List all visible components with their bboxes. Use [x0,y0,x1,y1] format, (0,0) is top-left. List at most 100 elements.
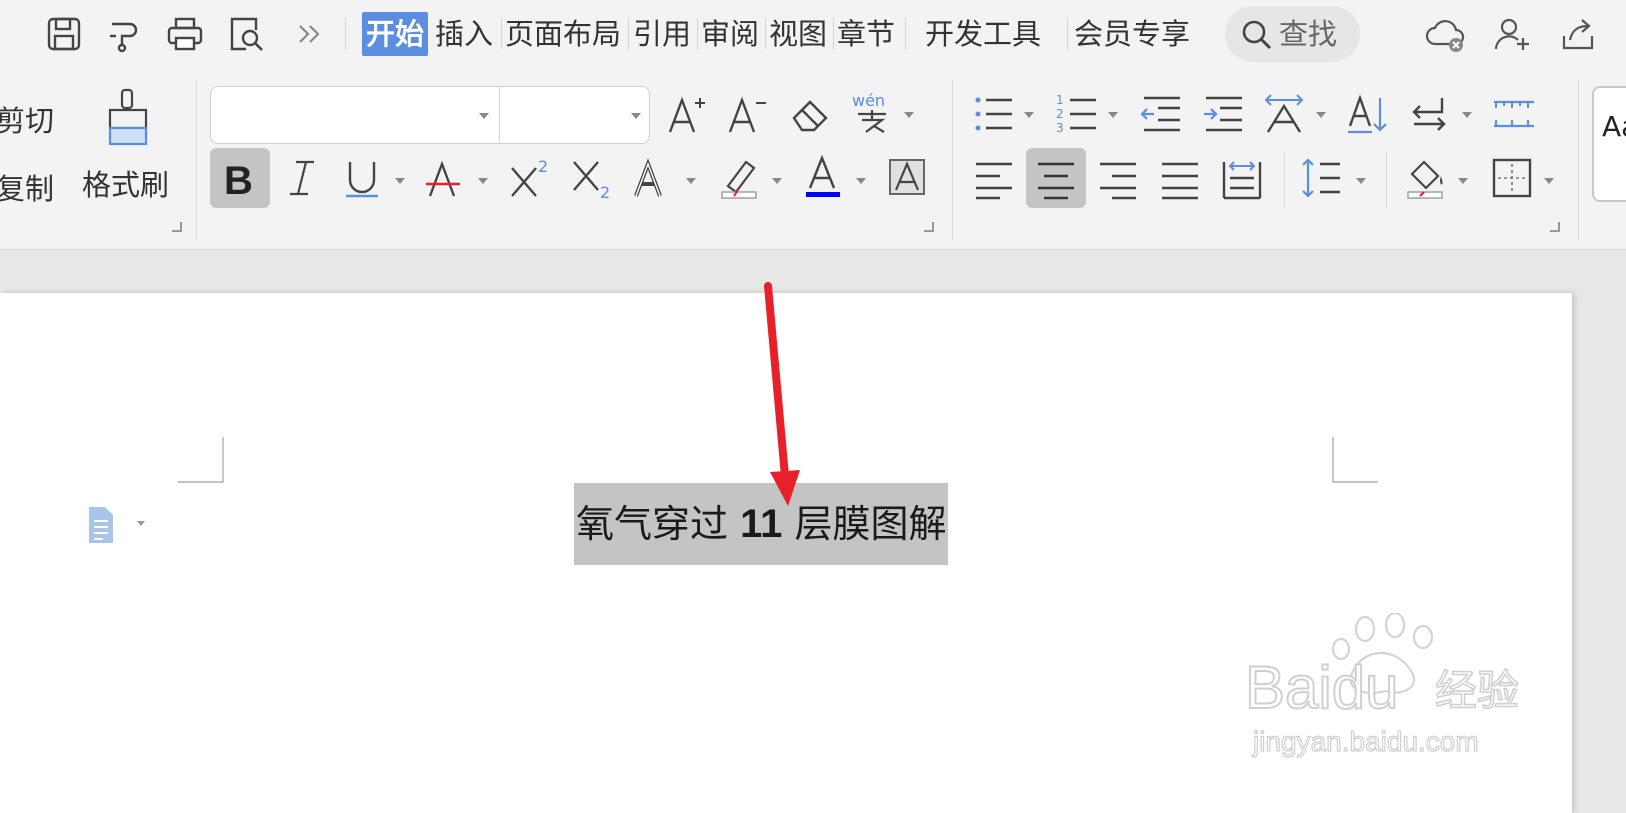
text-direction-icon[interactable] [1262,92,1306,136]
font-name-input[interactable] [211,87,466,143]
sort-icon[interactable] [1346,92,1390,136]
clipboard-launcher-icon[interactable] [172,222,182,232]
highlight-dropdown-icon[interactable] [772,178,782,184]
tab-review[interactable]: 审阅 [701,12,759,56]
save-icon[interactable] [44,14,84,54]
strikethrough-dropdown-icon[interactable] [478,178,488,184]
numbering-dropdown-icon[interactable] [1108,112,1118,118]
borders-dropdown-icon[interactable] [1544,178,1554,184]
italic-icon[interactable] [280,156,324,200]
paragraph-menu-icon[interactable] [85,505,145,545]
strikethrough-icon[interactable] [424,156,468,200]
group-separator [1386,152,1387,208]
print-icon[interactable] [165,14,205,54]
line-spacing-icon[interactable] [1300,156,1344,200]
paragraph-launcher-icon[interactable] [1550,222,1560,232]
line-spacing-dropdown-icon[interactable] [1356,178,1366,184]
subscript-icon[interactable]: 2 [570,156,614,202]
group-separator [952,80,953,240]
more-chevron-icon[interactable] [290,14,330,54]
marks-dropdown-icon[interactable] [1462,112,1472,118]
shrink-font-icon[interactable] [726,92,770,136]
underline-dropdown-icon[interactable] [395,178,405,184]
copy-button[interactable]: 复制 [0,166,54,208]
group-separator [1284,152,1285,208]
tab-references[interactable]: 引用 [633,12,691,56]
grow-font-icon[interactable] [666,92,710,136]
menu-separator [628,18,629,50]
phonetic-guide-icon[interactable]: wén [850,90,894,134]
tab-member-exclusive[interactable]: 会员专享 [1074,12,1190,56]
cloud-sync-icon[interactable] [1425,14,1465,54]
menu-separator [345,18,346,50]
svg-text:3: 3 [1056,121,1064,135]
format-painter-button[interactable]: 格式刷 [82,162,169,204]
text-direction-dropdown-icon[interactable] [1316,112,1326,118]
tab-insert[interactable]: 插入 [435,12,493,56]
table-ruler-icon[interactable] [1492,92,1536,136]
share-icon[interactable] [1558,14,1598,54]
distributed-align-icon[interactable] [1220,156,1264,200]
top-left-margin-marker [178,437,224,483]
watermark-product: 经验 [1435,666,1519,715]
bold-icon: B [218,156,262,203]
show-hide-marks-icon[interactable] [1408,92,1452,136]
style-preview-text: Aa [1602,110,1626,143]
menu-separator [905,18,906,50]
tab-view[interactable]: 视图 [769,12,827,56]
svg-text:2: 2 [1056,107,1064,121]
font-color-dropdown-icon[interactable] [856,178,866,184]
menu-separator [501,18,502,50]
justify-icon[interactable] [1158,156,1202,200]
search-label: 查找 [1279,17,1338,51]
search-button[interactable]: 查找 [1225,6,1360,62]
align-right-icon[interactable] [1096,156,1140,200]
selected-title-text[interactable]: 氧气穿过 11 层膜图解 [574,483,949,565]
svg-text:2: 2 [600,183,610,200]
font-size-dropdown-icon[interactable] [631,113,641,119]
tab-developer-tools[interactable]: 开发工具 [925,12,1041,56]
decrease-indent-icon[interactable] [1140,92,1184,136]
clear-format-eraser-icon[interactable] [788,92,832,136]
format-painter-quick-icon[interactable] [104,14,144,54]
print-preview-icon[interactable] [226,14,266,54]
character-shading-icon[interactable] [886,156,930,200]
font-name-dropdown-icon[interactable] [479,113,489,119]
group-separator [196,80,197,240]
text-effect-icon[interactable] [632,156,676,200]
tab-section[interactable]: 章节 [837,12,895,56]
font-size-input[interactable] [501,87,619,143]
bullets-dropdown-icon[interactable] [1024,112,1034,118]
font-color-icon[interactable] [802,154,846,198]
increase-indent-icon[interactable] [1202,92,1246,136]
style-gallery-item[interactable]: Aa [1592,86,1626,202]
baidu-jingyan-watermark: Baidu 经验 jingyan.baidu.com [1245,613,1520,758]
tab-home[interactable]: 开始 [362,12,429,56]
svg-text:B: B [224,159,253,200]
cut-button[interactable]: 剪切 [0,98,54,140]
shading-dropdown-icon[interactable] [1458,178,1468,184]
font-selector [210,86,650,144]
bullets-icon[interactable] [972,92,1016,136]
format-painter-icon[interactable] [100,88,156,148]
watermark-brand: Baidu [1245,654,1398,721]
shading-fill-icon[interactable] [1404,156,1448,200]
search-icon [1242,20,1272,50]
svg-text:2: 2 [538,157,548,176]
text-effect-dropdown-icon[interactable] [686,178,696,184]
phonetic-dropdown-icon[interactable] [904,112,914,118]
font-launcher-icon[interactable] [924,222,934,232]
title-number: 11 [740,502,783,546]
highlight-icon[interactable] [718,156,762,200]
watermark-url: jingyan.baidu.com [1252,726,1479,757]
align-left-icon[interactable] [972,156,1016,200]
superscript-icon[interactable]: 2 [508,156,552,200]
menu-separator [765,18,766,50]
numbering-icon[interactable]: 123 [1056,92,1100,136]
add-user-icon[interactable] [1492,14,1532,54]
menu-bar: 开始 插入 页面布局 引用 审阅 视图 章节 开发工具 会员专享 查找 [0,0,1626,70]
borders-icon[interactable] [1490,156,1534,200]
tab-page-layout[interactable]: 页面布局 [505,12,621,56]
underline-icon[interactable] [340,156,384,200]
document-page[interactable]: 氧气穿过 11 层膜图解 Baidu 经验 jingyan.baidu.com [0,293,1572,813]
